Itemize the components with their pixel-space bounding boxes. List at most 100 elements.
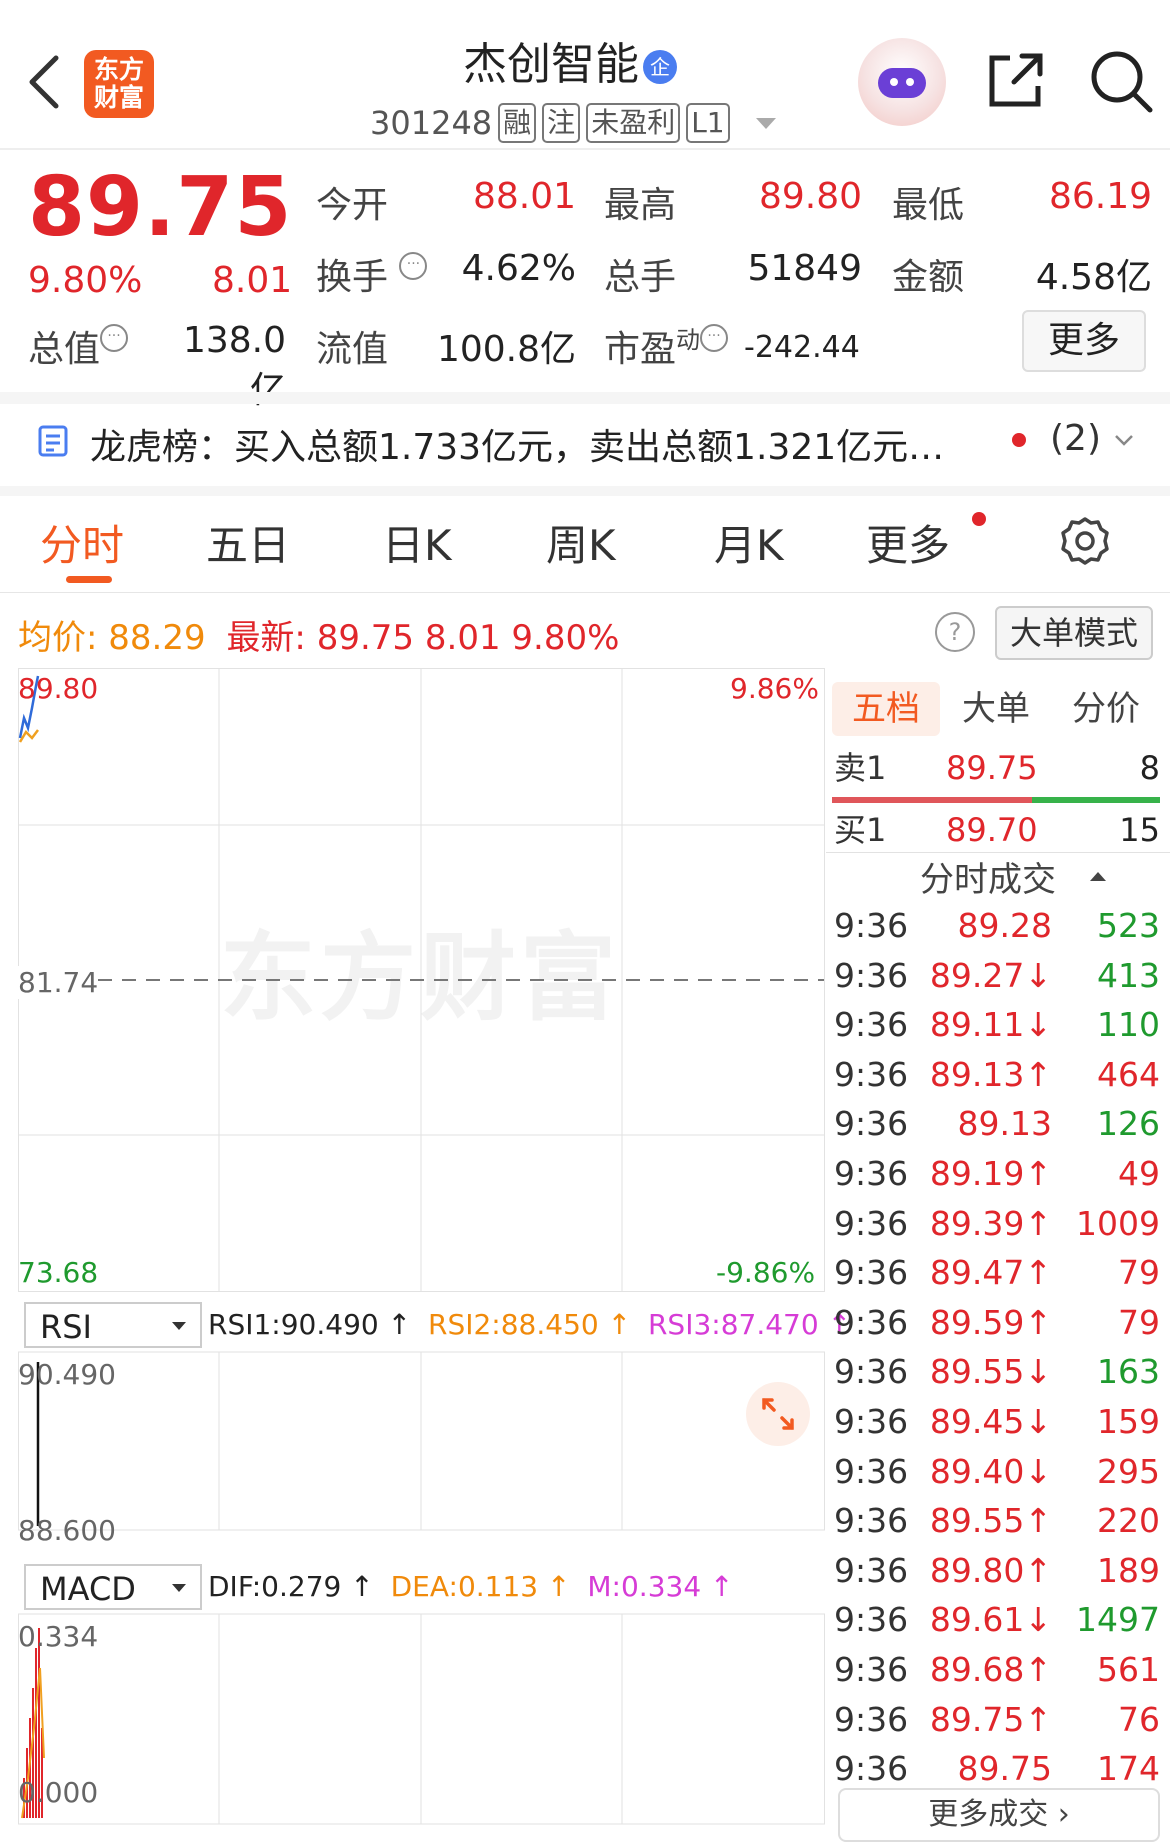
tab-five-day[interactable]: 五日 [206, 512, 290, 573]
tick-time: 9:36 [834, 1699, 909, 1739]
rsi-selector[interactable]: RSI [24, 1302, 202, 1348]
app-logo: 东方 财富 [84, 50, 154, 118]
tick-row: 9:36 89.11↓ 110 [834, 1005, 1160, 1055]
tick-row: 9:36 89.68↑ 561 [834, 1650, 1160, 1700]
sort-up-icon[interactable] [1090, 872, 1106, 881]
latest-change: 8.01 [424, 618, 501, 658]
tick-time: 9:36 [834, 1749, 909, 1789]
tab-order-book[interactable]: 五档 [832, 682, 940, 736]
tab-weekly-k[interactable]: 周K [546, 512, 616, 573]
chevron-down-icon[interactable] [1114, 430, 1134, 450]
tick-volume: 163 [1097, 1352, 1160, 1392]
axis-top-price: 89.80 [18, 672, 99, 705]
tick-time: 9:36 [834, 1203, 909, 1243]
current-price: 89.75 [28, 160, 293, 255]
tick-time: 9:36 [834, 1054, 909, 1094]
axis-mid-price: 81.74 [18, 966, 99, 999]
info-icon[interactable]: ··· [700, 324, 729, 352]
stock-name: 杰创智能 [463, 39, 639, 90]
tick-volume: 464 [1097, 1054, 1160, 1094]
tick-price: 89.11↓ [929, 1005, 1052, 1045]
dea-value: DEA:0.113 ↑ [390, 1570, 571, 1603]
tick-time: 9:36 [834, 1600, 909, 1640]
more-deals-button[interactable]: 更多成交 › [838, 1788, 1160, 1842]
axis-top-pct: 9.86% [730, 672, 819, 705]
back-arrow-icon[interactable] [24, 52, 64, 112]
tick-price: 89.40↓ [929, 1451, 1052, 1491]
tab-monthly-k[interactable]: 月K [714, 512, 784, 573]
rsi-values: RSI1:90.490 ↑ RSI2:88.450 ↑ RSI3:87.470 … [208, 1308, 851, 1341]
tab-intraday[interactable]: 分时 [40, 512, 124, 573]
dif-value: DIF:0.279 ↑ [208, 1570, 374, 1603]
expand-icon[interactable] [746, 1382, 810, 1446]
tick-volume: 413 [1097, 955, 1160, 995]
tick-price: 89.47↑ [929, 1253, 1052, 1293]
tick-price: 89.75 [957, 1749, 1052, 1789]
tick-time: 9:36 [834, 955, 909, 995]
m-value: M:0.334 ↑ [587, 1570, 734, 1603]
tick-time: 9:36 [834, 1650, 909, 1689]
tick-volume: 1009 [1076, 1203, 1160, 1243]
tick-volume: 220 [1097, 1501, 1160, 1541]
logo-line-1: 东方 [93, 55, 144, 84]
dragon-tiger-summary[interactable]: 龙虎榜：买入总额1.733亿元，卖出总额1.321亿元… [90, 418, 944, 470]
tick-volume: 189 [1097, 1550, 1160, 1590]
float-value: 100.8亿 [436, 329, 576, 370]
tick-time: 9:36 [834, 1005, 909, 1045]
rsi-axis-bottom: 88.600 [18, 1514, 116, 1547]
tick-row: 9:36 89.47↑ 79 [834, 1253, 1160, 1303]
tab-daily-k[interactable]: 日K [382, 512, 452, 573]
volume-value: 51849 [747, 248, 862, 289]
share-icon[interactable] [984, 48, 1048, 112]
tick-row: 9:36 89.45↓ 159 [834, 1402, 1160, 1452]
tick-row: 9:36 89.55↑ 220 [834, 1501, 1160, 1551]
tick-row: 9:36 89.40↓ 295 [834, 1452, 1160, 1502]
stock-code-row[interactable]: 301248 融 注 未盈利 L1 [370, 100, 776, 146]
dropdown-arrow-icon[interactable] [755, 117, 776, 129]
tab-big-orders[interactable]: 大单 [946, 682, 1046, 736]
info-icon[interactable]: ··· [399, 252, 428, 280]
avg-label: 均价: [18, 618, 98, 658]
tick-volume: 79 [1118, 1253, 1160, 1293]
avg-price-row: 均价: 88.29 最新: 89.75 8.01 9.80% [18, 610, 619, 659]
tab-more[interactable]: 更多 [866, 512, 950, 573]
tick-price: 89.19↑ [929, 1154, 1052, 1193]
search-icon[interactable] [1088, 48, 1154, 114]
unread-dot [1012, 433, 1026, 447]
info-icon[interactable]: ··· [100, 324, 129, 352]
axis-bottom-price: 73.68 [18, 1256, 99, 1289]
tick-row: 9:36 89.59↑ 79 [834, 1303, 1160, 1353]
turnover-label: 换手 ··· [316, 248, 428, 300]
tick-row: 9:36 89.55↓ 163 [834, 1352, 1160, 1402]
macd-selector[interactable]: MACD [24, 1564, 202, 1610]
mktcap-label: 总值 ··· [28, 320, 129, 372]
macd-axis-top: 0.334 [18, 1620, 99, 1653]
macd-axis-bottom: 0.000 [18, 1776, 99, 1809]
assistant-robot-avatar[interactable] [858, 38, 946, 126]
tick-price: 89.13 [957, 1104, 1052, 1144]
tick-volume: 295 [1097, 1451, 1160, 1491]
tick-price: 89.61↓ [929, 1600, 1052, 1640]
gear-icon[interactable] [1058, 514, 1112, 568]
volume-label: 总手 [604, 257, 677, 298]
document-icon [38, 425, 68, 457]
latest-pct: 9.80% [511, 618, 620, 658]
buy-pressure-bar [1032, 797, 1160, 803]
more-quote-button[interactable]: 更多 [1022, 310, 1146, 372]
ticks-header[interactable]: 分时成交 [920, 852, 1056, 901]
turnover-value: 4.62% [461, 248, 576, 289]
big-order-mode-button[interactable]: 大单模式 [995, 606, 1153, 660]
tab-price-dist[interactable]: 分价 [1054, 682, 1158, 736]
tick-time: 9:36 [834, 1550, 909, 1590]
tick-volume: 79 [1118, 1302, 1160, 1342]
rsi2-value: RSI2:88.450 ↑ [427, 1308, 632, 1341]
avg-value: 88.29 [108, 618, 206, 658]
tick-row: 9:36 89.19↑ 49 [834, 1154, 1160, 1204]
help-icon[interactable]: ? [935, 612, 975, 652]
tick-time: 9:36 [834, 1302, 909, 1342]
pe-label: 市盈动 ··· [604, 320, 729, 372]
tick-row: 9:36 89.39↑ 1009 [834, 1204, 1160, 1254]
tick-row: 9:36 89.28 523 [834, 906, 1160, 956]
tick-time: 9:36 [834, 1402, 909, 1441]
notification-dot [972, 512, 986, 526]
